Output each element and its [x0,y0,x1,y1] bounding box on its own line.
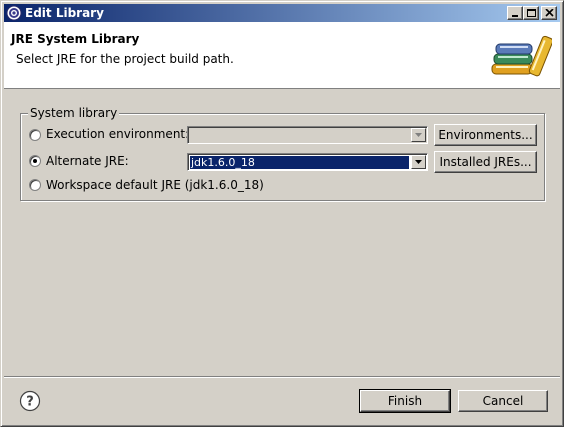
chevron-down-icon [415,160,422,164]
header-description: Select JRE for the project build path. [16,52,234,66]
minimize-icon [512,15,518,17]
eclipse-app-icon [6,5,22,21]
close-icon [545,9,554,17]
minimize-button[interactable] [507,6,523,20]
installed-jres-button[interactable]: Installed JREs... [434,151,537,173]
header-title: JRE System Library [11,32,140,46]
maximize-button[interactable] [523,6,539,20]
edit-library-dialog: Edit Library JRE System Library Select J… [0,0,564,427]
execution-environment-dropdown[interactable] [411,128,426,142]
help-icon[interactable]: ? [19,390,41,412]
title-bar[interactable]: Edit Library [4,4,560,22]
execution-environment-combo[interactable] [187,126,428,144]
finish-button[interactable]: Finish [359,389,451,413]
execution-environment-value [190,129,409,142]
system-library-legend: System library [28,106,120,120]
alternate-jre-label: Alternate JRE: [46,154,129,168]
alternate-jre-value: jdk1.6.0_18 [190,156,409,169]
alternate-jre-radio[interactable] [29,155,41,167]
execution-environment-label: Execution environment: [46,127,190,141]
alternate-jre-combo[interactable]: jdk1.6.0_18 [187,153,428,171]
environments-button[interactable]: Environments... [434,124,537,146]
cancel-button[interactable]: Cancel [458,390,548,412]
workspace-default-radio[interactable] [29,179,41,191]
chevron-down-icon [415,133,422,137]
library-books-icon [491,35,552,77]
execution-environment-radio[interactable] [29,129,41,141]
maximize-icon [527,9,536,17]
workspace-default-label: Workspace default JRE (jdk1.6.0_18) [46,178,264,192]
svg-text:?: ? [26,395,34,410]
close-button[interactable] [541,6,557,20]
window-title: Edit Library [25,6,104,20]
wizard-header: JRE System Library Select JRE for the pr… [4,22,560,89]
radio-selected-dot [33,159,37,163]
alternate-jre-dropdown[interactable] [411,155,426,169]
footer-separator [4,376,560,378]
